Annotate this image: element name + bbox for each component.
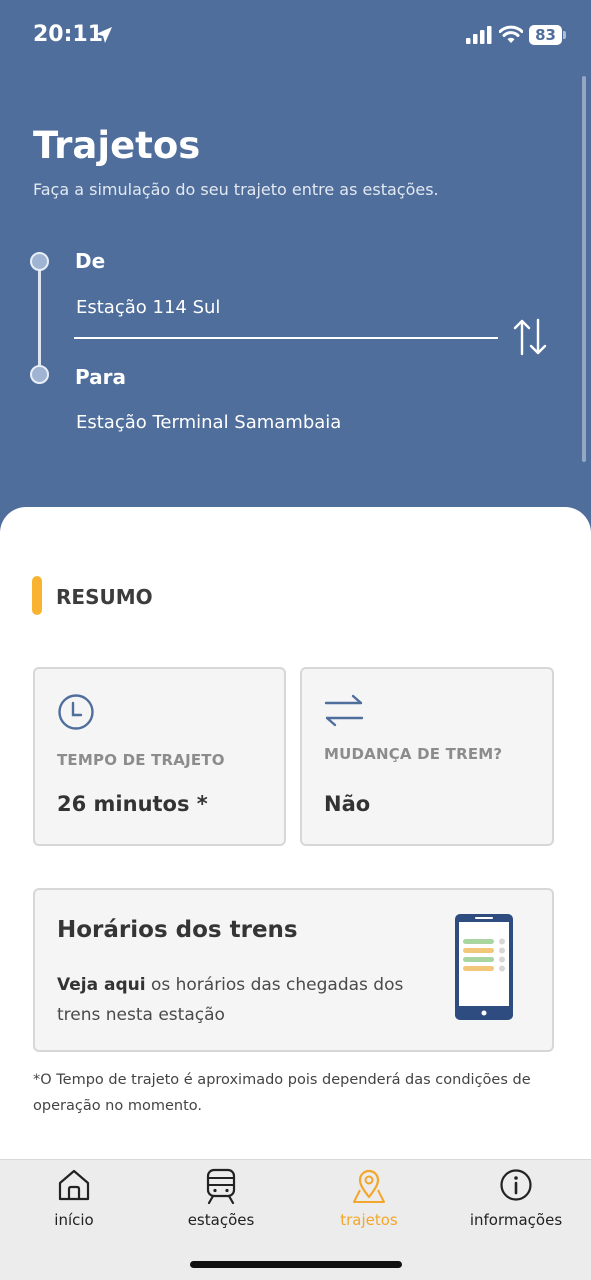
page-title: Trajetos bbox=[33, 124, 201, 167]
nav-item-estacoes[interactable]: estações bbox=[147, 1160, 295, 1240]
nav-label-estacoes: estações bbox=[187, 1211, 255, 1229]
home-indicator[interactable] bbox=[190, 1261, 402, 1268]
route-timeline bbox=[38, 262, 41, 374]
battery-icon: 83 bbox=[529, 25, 562, 45]
status-time: 20:11 bbox=[33, 22, 104, 47]
train-change-value: Não bbox=[324, 792, 371, 816]
swap-vertical-arrows-icon bbox=[513, 318, 547, 356]
nav-item-trajetos[interactable]: trajetos bbox=[295, 1160, 443, 1240]
wifi-icon bbox=[498, 25, 524, 48]
destination-dot-icon bbox=[30, 365, 49, 384]
info-icon bbox=[499, 1168, 533, 1206]
travel-time-label: TEMPO DE TRAJETO bbox=[57, 751, 225, 769]
train-icon bbox=[204, 1168, 238, 1208]
status-bar: 20:11 83 bbox=[0, 0, 591, 70]
travel-time-card: TEMPO DE TRAJETO 26 minutos * bbox=[33, 667, 286, 846]
nav-label-inicio: início bbox=[54, 1211, 94, 1229]
from-label: De bbox=[75, 249, 106, 273]
route-divider bbox=[74, 337, 498, 339]
schedule-link[interactable]: Veja aqui bbox=[57, 975, 146, 995]
summary-title: RESUMO bbox=[56, 585, 153, 609]
swap-stations-button[interactable] bbox=[510, 316, 550, 358]
swap-horizontal-arrows-icon bbox=[324, 693, 364, 733]
header: 20:11 83 Trajetos Faça a simulação do se… bbox=[0, 0, 591, 540]
clock-icon bbox=[57, 693, 95, 735]
scroll-indicator[interactable] bbox=[582, 76, 586, 462]
schedule-text: Veja aqui os horários das chegadas dos t… bbox=[57, 970, 417, 1030]
nav-label-informacoes: informações bbox=[469, 1211, 563, 1229]
schedule-title: Horários dos trens bbox=[57, 917, 298, 943]
section-marker bbox=[32, 576, 42, 615]
page-subtitle: Faça a simulação do seu trajeto entre as… bbox=[33, 180, 439, 199]
train-change-card: MUDANÇA DE TREM? Não bbox=[300, 667, 554, 846]
train-schedule-card[interactable]: Horários dos trens Veja aqui os horários… bbox=[33, 888, 554, 1052]
origin-dot-icon bbox=[30, 252, 49, 271]
battery-tip bbox=[563, 31, 566, 39]
origin-station-select[interactable]: Estação 114 Sul bbox=[76, 297, 220, 318]
destination-station-select[interactable]: Estação Terminal Samambaia bbox=[76, 412, 341, 433]
nav-label-trajetos: trajetos bbox=[340, 1211, 398, 1229]
home-icon bbox=[57, 1168, 91, 1206]
nav-item-inicio[interactable]: início bbox=[0, 1160, 148, 1240]
footnote: *O Tempo de trajeto é aproximado pois de… bbox=[33, 1072, 531, 1114]
phone-schedule-icon bbox=[453, 912, 515, 1026]
nav-item-informacoes[interactable]: informações bbox=[442, 1160, 590, 1240]
travel-time-value: 26 minutos * bbox=[57, 792, 208, 816]
train-change-label: MUDANÇA DE TREM? bbox=[324, 745, 503, 763]
map-pin-icon bbox=[352, 1168, 386, 1208]
location-arrow-icon bbox=[94, 25, 114, 49]
signal-icon bbox=[466, 26, 493, 48]
to-label: Para bbox=[75, 365, 126, 389]
